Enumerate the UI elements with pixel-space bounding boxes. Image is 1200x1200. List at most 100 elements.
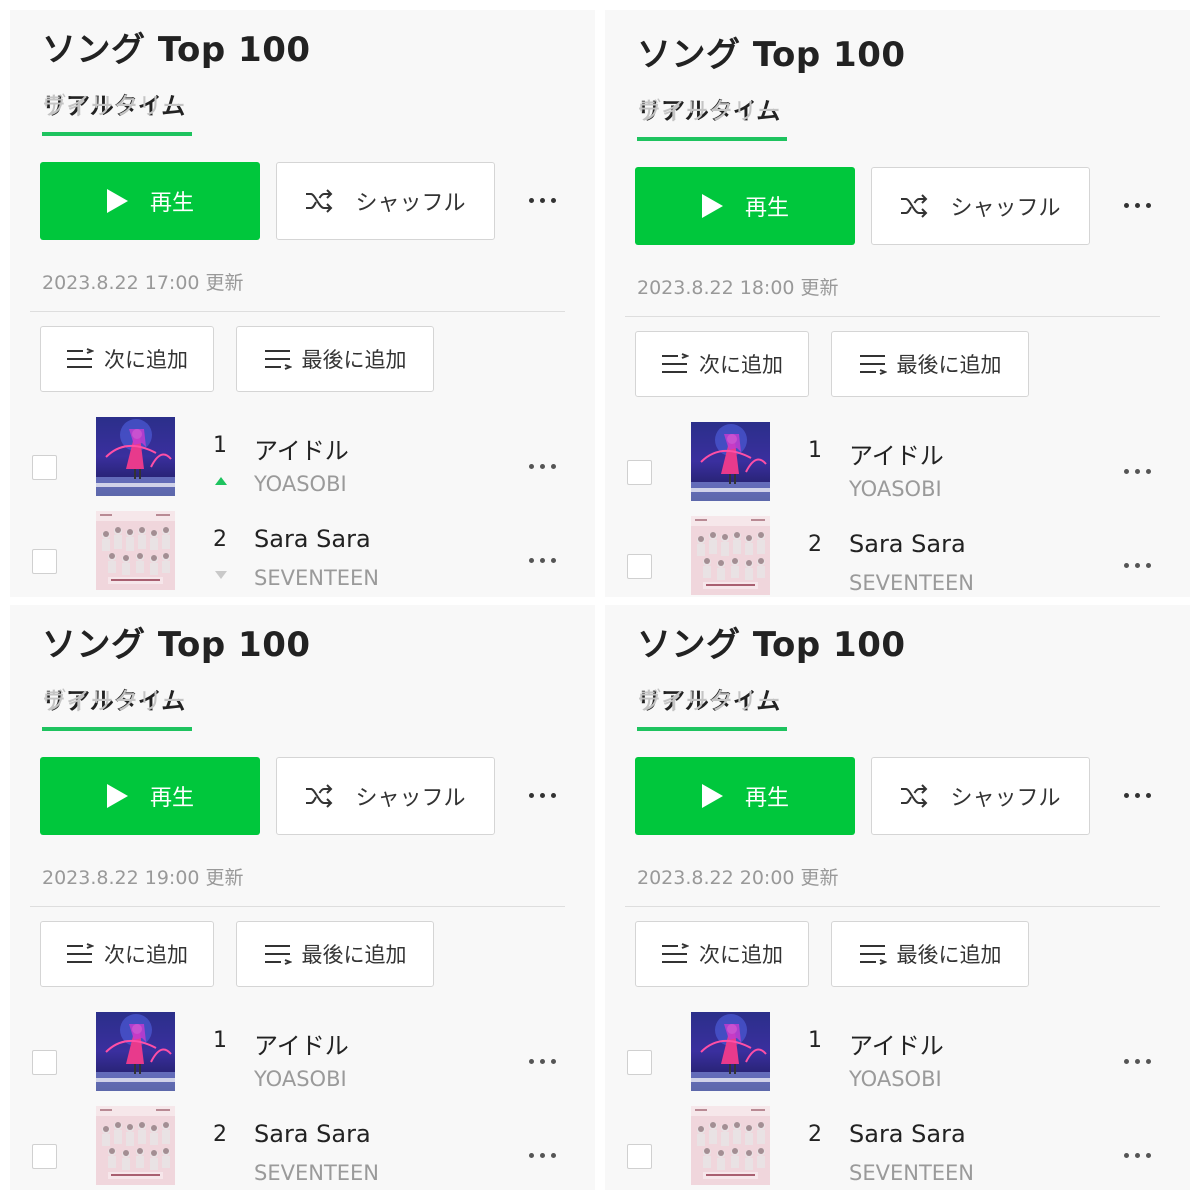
updated-timestamp: 2023.8.22 19:00 更新 xyxy=(42,867,244,889)
track-checkbox[interactable] xyxy=(627,1050,652,1075)
track-more-icon[interactable] xyxy=(529,464,556,469)
track-title[interactable]: Sara Sara xyxy=(254,525,371,553)
tab-bar: リアルタイム デイリー ウィークリー xyxy=(637,681,1117,731)
track-title[interactable]: Sara Sara xyxy=(849,1120,966,1148)
add-next-button[interactable]: 次に追加 xyxy=(635,921,809,987)
track-title[interactable]: Sara Sara xyxy=(849,530,966,558)
album-art-idol[interactable] xyxy=(96,1012,175,1091)
divider xyxy=(30,311,565,312)
more-options-icon[interactable] xyxy=(1124,203,1151,208)
more-options-icon[interactable] xyxy=(529,198,556,203)
add-next-label: 次に追加 xyxy=(104,348,188,372)
active-tab-indicator xyxy=(637,137,787,141)
add-next-button[interactable]: 次に追加 xyxy=(635,331,809,397)
tab-weekly[interactable]: ウィークリー xyxy=(637,681,781,716)
add-last-button[interactable]: 最後に追加 xyxy=(236,921,434,987)
shuffle-icon xyxy=(900,194,928,218)
track-title[interactable]: アイドル xyxy=(254,431,349,466)
tab-bar: リアルタイム デイリー ウィークリー xyxy=(42,86,522,136)
track-row[interactable]: 2 Sara Sara SEVENTEEN xyxy=(605,516,1190,597)
shuffle-icon xyxy=(305,784,333,808)
track-rank: 1 xyxy=(213,1028,227,1053)
track-more-icon[interactable] xyxy=(1124,1153,1151,1158)
track-checkbox[interactable] xyxy=(627,460,652,485)
add-next-button[interactable]: 次に追加 xyxy=(40,921,214,987)
shuffle-button[interactable]: シャッフル xyxy=(276,162,495,240)
play-button[interactable]: 再生 xyxy=(635,167,855,245)
tab-weekly[interactable]: ウィークリー xyxy=(637,91,781,126)
track-title[interactable]: アイドル xyxy=(254,1026,349,1061)
track-more-icon[interactable] xyxy=(1124,563,1151,568)
add-last-button[interactable]: 最後に追加 xyxy=(831,331,1029,397)
track-title[interactable]: アイドル xyxy=(849,436,944,471)
page-title: ソング Top 100 xyxy=(637,625,906,665)
album-art-idol[interactable] xyxy=(96,417,175,496)
play-button[interactable]: 再生 xyxy=(40,162,260,240)
more-options-icon[interactable] xyxy=(529,793,556,798)
track-row[interactable]: 2 Sara Sara SEVENTEEN xyxy=(10,1106,595,1190)
album-art-sara-sara[interactable] xyxy=(691,1106,770,1185)
play-button[interactable]: 再生 xyxy=(635,757,855,835)
track-artist[interactable]: SEVENTEEN xyxy=(254,566,379,590)
track-rank: 2 xyxy=(213,1122,227,1147)
shuffle-button[interactable]: シャッフル xyxy=(871,757,1090,835)
play-icon xyxy=(701,194,723,218)
shuffle-button[interactable]: シャッフル xyxy=(871,167,1090,245)
tab-weekly[interactable]: ウィークリー xyxy=(42,86,186,121)
chart-panel: ソング Top 100 リアルタイム デイリー ウィークリー 再生 シャッフル … xyxy=(605,605,1190,1190)
shuffle-button[interactable]: シャッフル xyxy=(276,757,495,835)
track-row[interactable]: 1 アイドル YOASOBI xyxy=(605,422,1190,516)
shuffle-button-label: シャッフル xyxy=(950,786,1061,811)
play-next-icon xyxy=(66,348,94,370)
shuffle-icon xyxy=(900,784,928,808)
track-artist[interactable]: YOASOBI xyxy=(849,477,942,501)
tab-weekly[interactable]: ウィークリー xyxy=(42,681,186,716)
page-title: ソング Top 100 xyxy=(42,30,311,70)
play-icon xyxy=(106,189,128,213)
track-checkbox[interactable] xyxy=(627,554,652,579)
add-next-button[interactable]: 次に追加 xyxy=(40,326,214,392)
track-row[interactable]: 2 Sara Sara SEVENTEEN xyxy=(605,1106,1190,1190)
track-artist[interactable]: SEVENTEEN xyxy=(849,571,974,595)
track-title[interactable]: Sara Sara xyxy=(254,1120,371,1148)
album-art-sara-sara[interactable] xyxy=(96,511,175,590)
add-last-button[interactable]: 最後に追加 xyxy=(831,921,1029,987)
add-last-label: 最後に追加 xyxy=(301,348,407,372)
updated-timestamp: 2023.8.22 20:00 更新 xyxy=(637,867,839,889)
play-button-label: 再生 xyxy=(744,786,789,811)
track-more-icon[interactable] xyxy=(529,558,556,563)
add-last-button[interactable]: 最後に追加 xyxy=(236,326,434,392)
album-art-idol[interactable] xyxy=(691,1012,770,1091)
track-checkbox[interactable] xyxy=(627,1144,652,1169)
tab-bar: リアルタイム デイリー ウィークリー xyxy=(42,681,522,731)
play-next-icon xyxy=(661,353,689,375)
track-artist[interactable]: YOASOBI xyxy=(254,1067,347,1091)
track-more-icon[interactable] xyxy=(529,1059,556,1064)
track-more-icon[interactable] xyxy=(1124,1059,1151,1064)
track-checkbox[interactable] xyxy=(32,1050,57,1075)
add-next-label: 次に追加 xyxy=(699,353,783,377)
track-artist[interactable]: YOASOBI xyxy=(849,1067,942,1091)
track-rank: 2 xyxy=(808,532,822,557)
track-more-icon[interactable] xyxy=(1124,469,1151,474)
track-row[interactable]: 1 アイドル YOASOBI xyxy=(10,1012,595,1106)
track-checkbox[interactable] xyxy=(32,1144,57,1169)
album-art-sara-sara[interactable] xyxy=(691,516,770,595)
track-row[interactable]: 1 アイドル YOASOBI xyxy=(10,417,595,511)
track-checkbox[interactable] xyxy=(32,549,57,574)
track-row[interactable]: 2 Sara Sara SEVENTEEN xyxy=(10,511,595,597)
more-options-icon[interactable] xyxy=(1124,793,1151,798)
track-artist[interactable]: SEVENTEEN xyxy=(254,1161,379,1185)
divider xyxy=(625,316,1160,317)
rank-down-icon xyxy=(215,571,227,579)
track-row[interactable]: 1 アイドル YOASOBI xyxy=(605,1012,1190,1106)
track-title[interactable]: アイドル xyxy=(849,1026,944,1061)
track-checkbox[interactable] xyxy=(32,455,57,480)
album-art-idol[interactable] xyxy=(691,422,770,501)
play-button[interactable]: 再生 xyxy=(40,757,260,835)
track-artist[interactable]: YOASOBI xyxy=(254,472,347,496)
page-title: ソング Top 100 xyxy=(637,35,906,75)
track-more-icon[interactable] xyxy=(529,1153,556,1158)
album-art-sara-sara[interactable] xyxy=(96,1106,175,1185)
track-artist[interactable]: SEVENTEEN xyxy=(849,1161,974,1185)
